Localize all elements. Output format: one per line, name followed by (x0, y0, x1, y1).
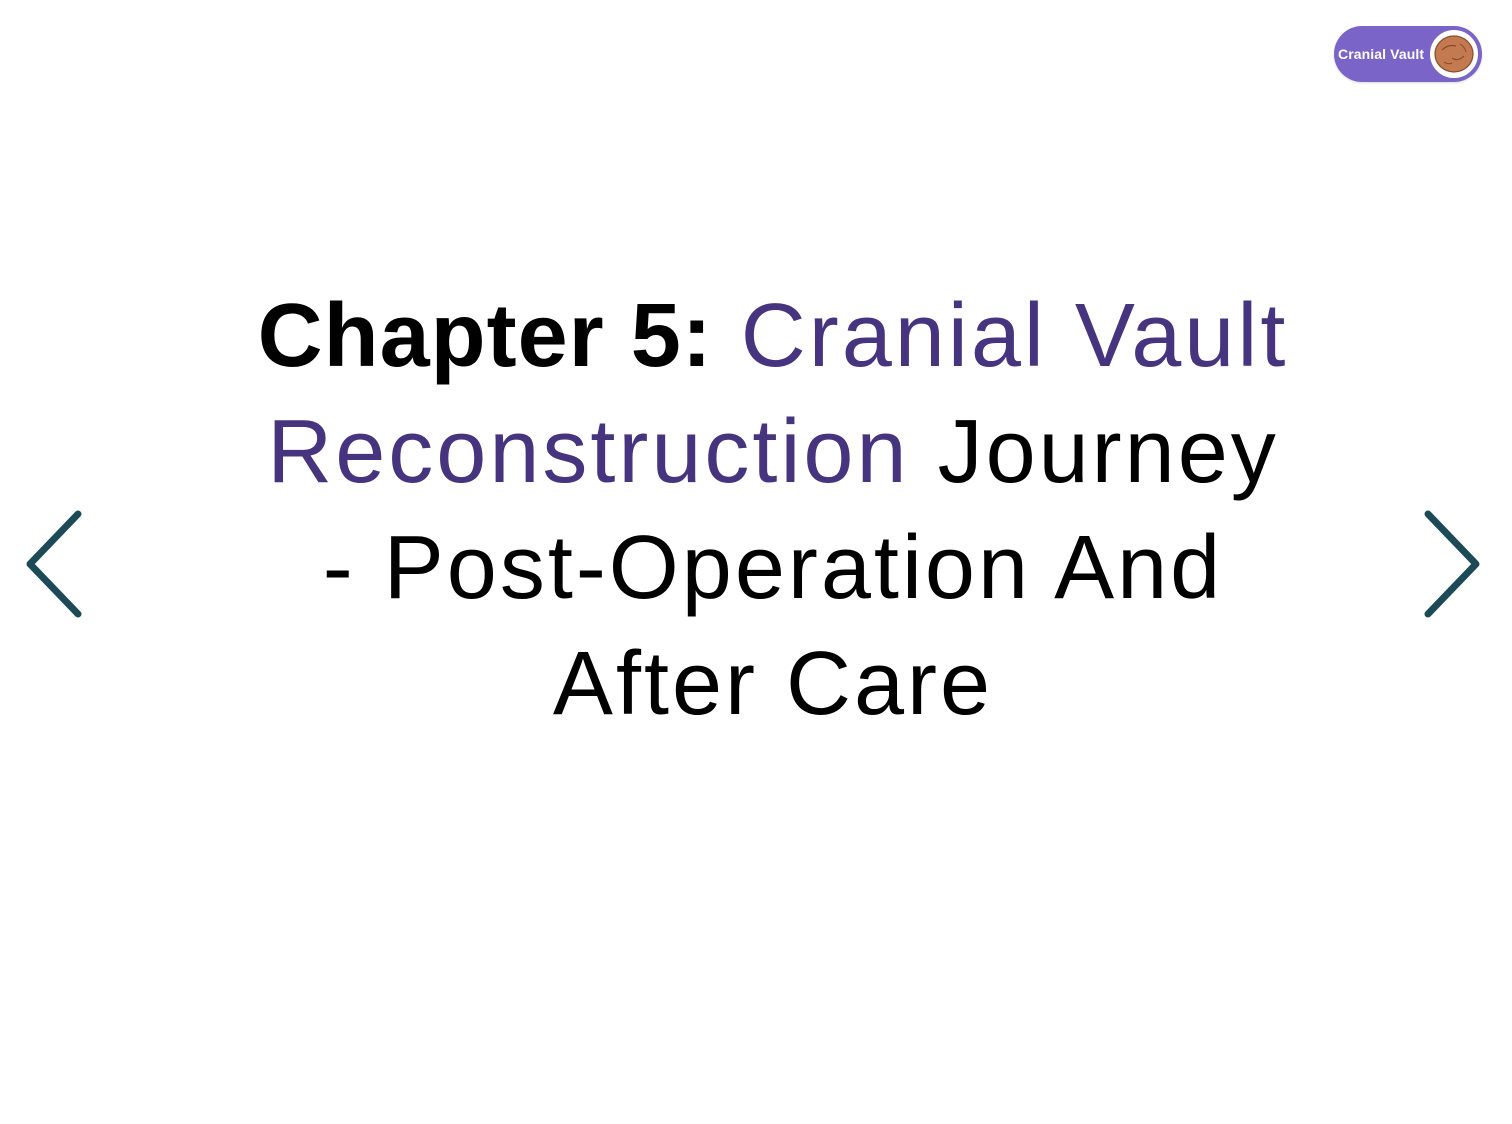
chevron-right-icon (1424, 510, 1480, 618)
previous-slide-button[interactable] (22, 508, 86, 620)
chapter-title: Chapter 5: Cranial Vault Reconstruction … (250, 278, 1296, 742)
slide-page: Cranial Vault Chapter 5: Cranial Vault R… (0, 0, 1512, 1124)
next-slide-button[interactable] (1420, 508, 1484, 620)
badge-label: Cranial Vault (1338, 46, 1425, 62)
chevron-left-icon (26, 510, 82, 618)
profile-badge[interactable]: Cranial Vault (1334, 26, 1482, 82)
chapter-label: Chapter 5: (257, 286, 713, 386)
skull-avatar-icon (1428, 28, 1480, 80)
